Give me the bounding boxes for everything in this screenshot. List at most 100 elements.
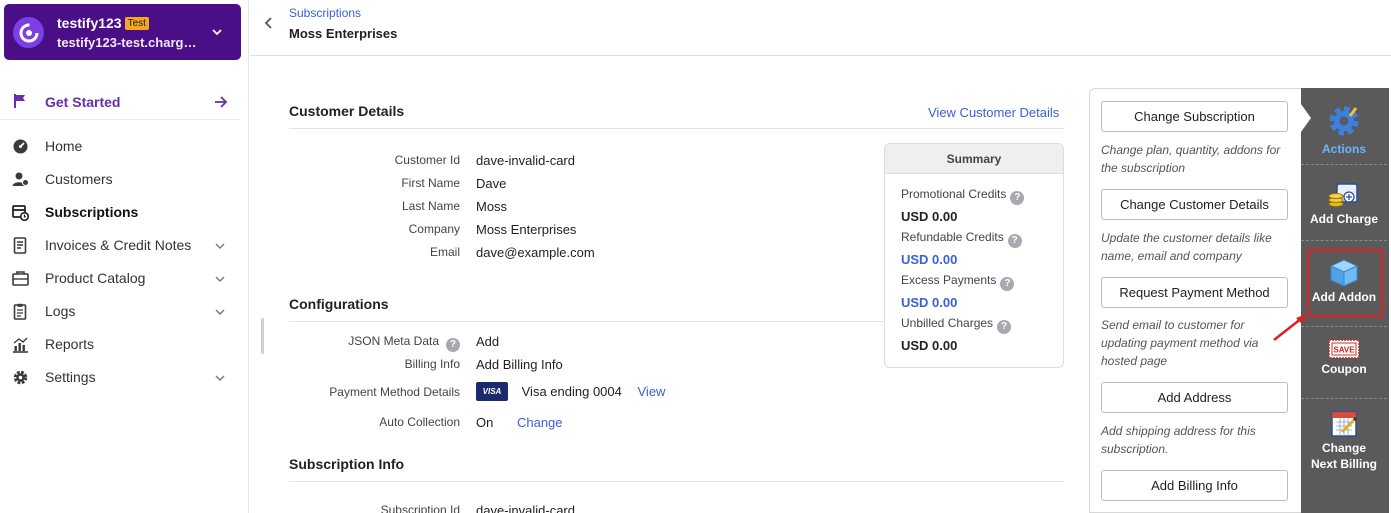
sidebar-item-home[interactable]: Home (0, 130, 240, 163)
site-name: testify123 (57, 15, 122, 31)
summary-card: Summary Promotional Credits? USD 0.00 Re… (884, 143, 1064, 368)
auto-collection-status: On (476, 415, 494, 430)
excess-payments: Excess Payments? USD 0.00 (901, 273, 1015, 310)
change-auto-collection-link[interactable]: Change (517, 415, 563, 430)
json-meta-label: JSON Meta Data? (300, 334, 460, 352)
excess-payments-value[interactable]: USD 0.00 (901, 295, 1014, 310)
subscription-id-value: dave-invalid-card (476, 503, 575, 513)
unbilled-charges-value: USD 0.00 (901, 338, 958, 353)
gear-icon (1329, 106, 1359, 136)
add-address-button[interactable]: Add Address (1101, 382, 1288, 413)
view-payment-link[interactable]: View (638, 384, 666, 399)
sidebar-item-settings[interactable]: Settings (0, 361, 240, 394)
invoice-icon (13, 237, 27, 254)
coins-icon (1328, 183, 1358, 207)
add-billing-info-link[interactable]: Add Billing Info (476, 357, 563, 372)
promotional-credits-label: Promotional Credits (901, 187, 1007, 201)
catalog-icon (12, 271, 29, 286)
get-started-label: Get Started (45, 94, 121, 110)
reports-icon (13, 337, 28, 353)
unbilled-charges: Unbilled Charges? USD 0.00 (901, 316, 1012, 353)
sidebar-item-label: Product Catalog (45, 270, 146, 286)
help-icon[interactable]: ? (1007, 234, 1022, 248)
view-customer-details-link[interactable]: View Customer Details (928, 105, 1059, 120)
rail-actions-label: Actions (1321, 142, 1366, 156)
sidebar-item-logs[interactable]: Logs (0, 295, 240, 328)
sidebar-item-label: Customers (45, 171, 113, 187)
request-payment-method-button[interactable]: Request Payment Method (1101, 277, 1288, 308)
chevron-down-icon (215, 375, 225, 381)
sidebar-item-label: Logs (45, 303, 76, 319)
get-started-link[interactable]: Get Started (0, 84, 240, 120)
chevron-down-icon (215, 243, 225, 249)
sidebar-item-customers[interactable]: Customers (0, 163, 240, 196)
summary-heading: Summary (885, 144, 1063, 174)
last-name-value: Moss (476, 199, 508, 214)
sidebar: testify123Test testify123-test.chargebee… (0, 0, 249, 513)
rail-change-next-billing-label: Change Next Billing (1310, 441, 1377, 471)
customer-id-label: Customer Id (394, 153, 460, 167)
payment-method-label: Payment Method Details (329, 385, 460, 399)
chargebee-logo-icon (13, 17, 44, 48)
last-name-label: Last Name (401, 199, 460, 213)
change-subscription-button[interactable]: Change Subscription (1101, 101, 1288, 132)
auto-collection-value: On Change (476, 415, 563, 430)
refundable-credits-value[interactable]: USD 0.00 (901, 252, 1022, 267)
sidebar-item-label: Invoices & Credit Notes (45, 237, 192, 253)
add-billing-info-button[interactable]: Add Billing Info (1101, 470, 1288, 501)
settings-icon (13, 370, 28, 385)
sidebar-item-reports[interactable]: Reports (0, 328, 240, 361)
refundable-credits-label: Refundable Credits (901, 230, 1004, 244)
subscription-id-label: Subscription Id (380, 503, 460, 513)
request-payment-method-desc: Send email to customer for updating paym… (1101, 318, 1259, 368)
customer-id-value: dave-invalid-card (476, 153, 575, 168)
rail-add-charge[interactable]: Add Charge (1301, 182, 1387, 226)
svg-text:SAVE: SAVE (1333, 346, 1355, 355)
unbilled-charges-label: Unbilled Charges (901, 316, 994, 330)
subscriptions-icon (12, 205, 29, 221)
flag-icon (14, 94, 25, 108)
sidebar-item-label: Subscriptions (45, 204, 139, 220)
page-header (250, 0, 1391, 56)
email-value: dave@example.com (476, 245, 595, 260)
rail-coupon-label: Coupon (1321, 362, 1367, 376)
divider (289, 321, 883, 322)
sidebar-item-invoices[interactable]: Invoices & Credit Notes (0, 229, 240, 262)
breadcrumb[interactable]: Subscriptions (289, 6, 361, 20)
sidebar-item-subscriptions[interactable]: Subscriptions (0, 196, 240, 229)
card-ending-text: Visa ending 0004 (521, 384, 622, 399)
red-arrow-icon (1273, 314, 1306, 341)
save-coupon-icon: SAVE (1328, 339, 1360, 359)
subscription-info-heading: Subscription Info (289, 456, 405, 472)
help-icon[interactable]: ? (446, 338, 460, 352)
rail-divider (1301, 398, 1387, 399)
help-icon[interactable]: ? (1000, 277, 1015, 291)
sidebar-item-product-catalog[interactable]: Product Catalog (0, 262, 240, 295)
promotional-credits: Promotional Credits? USD 0.00 (901, 187, 1025, 224)
site-url: testify123-test.chargebee.com (57, 35, 202, 50)
company-value: Moss Enterprises (476, 222, 577, 237)
help-icon[interactable]: ? (1010, 191, 1025, 205)
json-meta-add-link[interactable]: Add (476, 334, 499, 349)
back-chevron-icon[interactable] (262, 14, 276, 32)
logs-icon (13, 303, 27, 320)
rail-actions[interactable]: Actions (1301, 102, 1387, 156)
customers-icon (12, 172, 29, 186)
billing-info-label: Billing Info (404, 357, 460, 371)
change-customer-details-desc: Update the customer details like name, e… (1101, 231, 1272, 263)
excess-payments-label: Excess Payments (901, 273, 997, 287)
test-badge: Test (124, 17, 149, 30)
help-icon[interactable]: ? (997, 320, 1012, 334)
divider (289, 128, 1064, 129)
rail-change-next-billing[interactable]: Change Next Billing (1301, 408, 1387, 472)
change-subscription-desc: Change plan, quantity, addons for the su… (1101, 143, 1281, 175)
auto-collection-label: Auto Collection (379, 415, 460, 429)
add-address-desc: Add shipping address for this subscripti… (1101, 424, 1256, 456)
rail-divider (1301, 164, 1387, 165)
scroll-handle[interactable] (261, 318, 264, 354)
site-switcher[interactable]: testify123Test testify123-test.chargebee… (4, 4, 241, 60)
change-customer-details-button[interactable]: Change Customer Details (1101, 189, 1288, 220)
sidebar-item-label: Reports (45, 336, 95, 352)
divider (289, 481, 1064, 482)
email-label: Email (429, 245, 460, 259)
